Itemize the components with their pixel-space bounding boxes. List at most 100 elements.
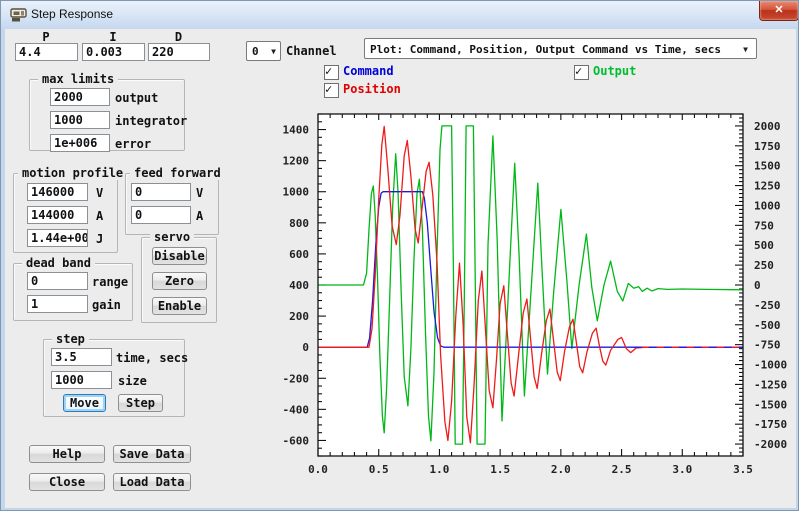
svg-text:250: 250 (754, 259, 774, 272)
max-error-input[interactable] (50, 134, 110, 152)
svg-text:-600: -600 (283, 434, 310, 447)
i-label: I (82, 30, 144, 44)
step-title: step (52, 332, 89, 346)
dead-band-title: dead band (22, 256, 95, 270)
motion-profile-group: motion profile V A J (13, 173, 118, 253)
motion-v-input[interactable] (27, 183, 88, 201)
motion-a-input[interactable] (27, 206, 88, 224)
close-window-button[interactable]: ✕ (759, 1, 799, 21)
check-icon: ✓ (575, 64, 582, 78)
max-limits-title: max limits (38, 72, 118, 86)
step-response-window: Step Response ✕ P I D 0 ▼ Channel Plot: … (0, 0, 799, 511)
chevron-down-icon: ▼ (743, 45, 748, 54)
svg-text:0.5: 0.5 (369, 463, 389, 476)
deadband-gain-input[interactable] (27, 295, 88, 313)
svg-text:0: 0 (754, 279, 761, 292)
ff-v-label: V (196, 186, 203, 200)
svg-text:-2000: -2000 (754, 438, 787, 451)
feed-forward-title: feed forward (130, 166, 225, 180)
channel-label: Channel (286, 44, 337, 58)
close-button[interactable]: Close (29, 473, 105, 491)
svg-text:-1000: -1000 (754, 359, 787, 372)
svg-text:-200: -200 (283, 372, 310, 385)
output-checkbox-label: Output (593, 64, 636, 78)
svg-text:3.5: 3.5 (733, 463, 753, 476)
svg-text:-500: -500 (754, 319, 781, 332)
ff-v-input[interactable] (131, 183, 191, 201)
svg-text:1750: 1750 (754, 140, 781, 153)
position-checkbox-label: Position (343, 82, 401, 96)
svg-text:-1250: -1250 (754, 378, 787, 391)
motion-j-input[interactable] (27, 229, 88, 247)
i-input[interactable] (82, 43, 145, 61)
svg-text:-1750: -1750 (754, 418, 787, 431)
p-input[interactable] (15, 43, 78, 61)
svg-text:-400: -400 (283, 403, 310, 416)
svg-text:0.0: 0.0 (308, 463, 328, 476)
svg-text:1400: 1400 (283, 124, 310, 137)
svg-text:1200: 1200 (283, 155, 310, 168)
step-time-input[interactable] (51, 348, 112, 366)
svg-text:3.0: 3.0 (672, 463, 692, 476)
svg-text:2.0: 2.0 (551, 463, 571, 476)
window-title: Step Response (31, 7, 113, 21)
max-output-label: output (115, 91, 158, 105)
motion-profile-title: motion profile (18, 166, 127, 180)
step-time-label: time, secs (116, 351, 188, 365)
check-icon: ✓ (325, 82, 332, 96)
servo-zero-button[interactable]: Zero (152, 272, 207, 290)
svg-text:2000: 2000 (754, 120, 781, 133)
svg-text:-250: -250 (754, 299, 781, 312)
svg-text:400: 400 (289, 279, 309, 292)
step-size-input[interactable] (51, 371, 112, 389)
motion-v-label: V (96, 186, 103, 200)
ff-a-input[interactable] (131, 206, 191, 224)
close-icon: ✕ (774, 4, 783, 16)
max-error-label: error (115, 137, 151, 151)
svg-text:1000: 1000 (754, 199, 781, 212)
servo-title: servo (150, 230, 194, 244)
max-limits-group: max limits output integrator error (29, 79, 185, 151)
step-response-chart: 0.00.51.01.52.02.53.03.5-600-400-2000200… (271, 104, 799, 482)
svg-text:1.5: 1.5 (490, 463, 510, 476)
command-checkbox[interactable]: ✓ (324, 65, 339, 80)
motion-j-label: J (96, 232, 103, 246)
output-checkbox[interactable]: ✓ (574, 65, 589, 80)
d-input[interactable] (148, 43, 210, 61)
position-checkbox[interactable]: ✓ (324, 83, 339, 98)
svg-text:2.5: 2.5 (612, 463, 632, 476)
svg-text:-750: -750 (754, 339, 781, 352)
svg-text:200: 200 (289, 310, 309, 323)
svg-text:0: 0 (302, 341, 309, 354)
p-label: P (15, 30, 77, 44)
max-output-input[interactable] (50, 88, 110, 106)
step-button[interactable]: Step (118, 394, 163, 412)
d-label: D (148, 30, 209, 44)
load-data-button[interactable]: Load Data (113, 473, 191, 491)
servo-group: servo Disable Zero Enable (141, 237, 217, 323)
svg-text:1500: 1500 (754, 160, 781, 173)
channel-select[interactable]: 0 ▼ (246, 41, 281, 61)
plot-mode-select[interactable]: Plot: Command, Position, Output Command … (364, 38, 757, 59)
save-data-button[interactable]: Save Data (113, 445, 191, 463)
servo-disable-button[interactable]: Disable (152, 247, 207, 265)
svg-text:-1500: -1500 (754, 398, 787, 411)
help-button[interactable]: Help (29, 445, 105, 463)
max-integrator-label: integrator (115, 114, 187, 128)
ff-a-label: A (196, 209, 203, 223)
motion-a-label: A (96, 209, 103, 223)
svg-text:1250: 1250 (754, 180, 781, 193)
svg-text:750: 750 (754, 219, 774, 232)
svg-text:600: 600 (289, 248, 309, 261)
title-bar[interactable]: Step Response ✕ (1, 1, 799, 29)
command-checkbox-label: Command (343, 64, 394, 78)
feed-forward-group: feed forward V A (125, 173, 219, 235)
check-icon: ✓ (325, 64, 332, 78)
deadband-range-input[interactable] (27, 272, 88, 290)
app-icon (10, 6, 27, 23)
max-integrator-input[interactable] (50, 111, 110, 129)
svg-text:1.0: 1.0 (429, 463, 449, 476)
plot-mode-value: Plot: Command, Position, Output Command … (370, 43, 721, 56)
servo-enable-button[interactable]: Enable (152, 297, 207, 315)
move-button[interactable]: Move (63, 394, 106, 412)
